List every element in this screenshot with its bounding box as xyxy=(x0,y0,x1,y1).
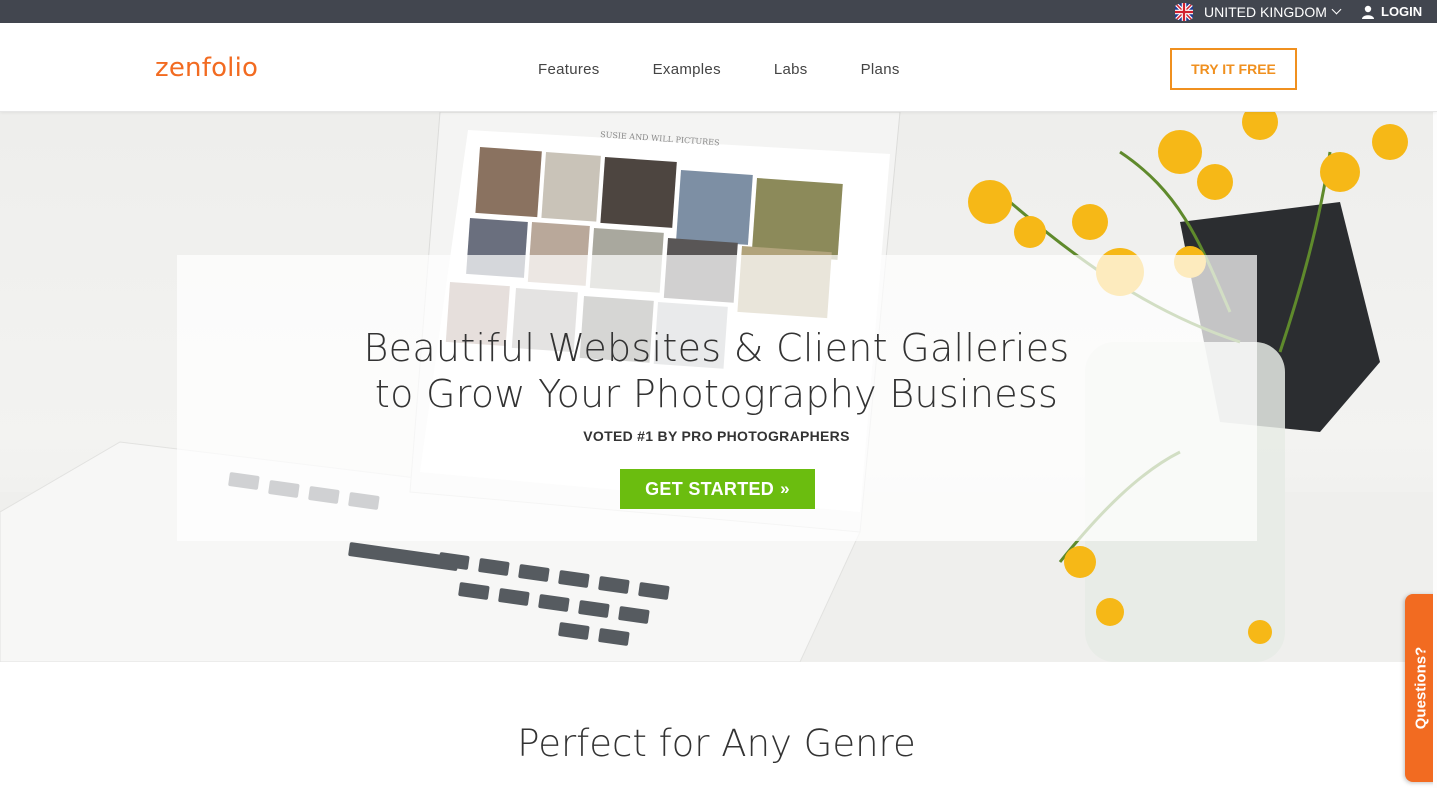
region-selector[interactable]: UNITED KINGDOM xyxy=(1172,0,1342,23)
hero-title-line-2: to Grow Your Photography Business xyxy=(374,372,1059,416)
zenfolio-logo[interactable]: zenfolio xyxy=(155,53,258,83)
get-started-label: GET STARTED xyxy=(645,478,775,499)
double-chevron-right-icon: » xyxy=(780,479,790,498)
main-nav: Features Examples Labs Plans xyxy=(538,61,900,78)
login-link[interactable]: LOGIN xyxy=(1361,0,1422,23)
hero-title-line-1: Beautiful Websites & Client Galleries xyxy=(363,326,1070,370)
hero-section: SUSIE AND WILL PICTURES Beautiful Websit… xyxy=(0,112,1437,662)
user-icon xyxy=(1362,5,1374,19)
nav-item-labs[interactable]: Labs xyxy=(774,61,808,78)
nav-item-plans[interactable]: Plans xyxy=(861,61,900,78)
questions-label: Questions? xyxy=(1412,646,1430,730)
nav-item-features[interactable]: Features xyxy=(538,61,600,78)
main-header: zenfolio Features Examples Labs Plans TR… xyxy=(0,23,1437,112)
hero-title: Beautiful Websites & Client Galleries to… xyxy=(0,325,1433,417)
uk-flag-icon xyxy=(1173,2,1195,21)
try-it-free-button[interactable]: TRY IT FREE xyxy=(1170,48,1297,90)
nav-item-examples[interactable]: Examples xyxy=(653,61,721,78)
section-title: Perfect for Any Genre xyxy=(517,722,916,765)
top-utility-bar: UNITED KINGDOM LOGIN xyxy=(0,0,1437,23)
chevron-down-icon xyxy=(1331,4,1342,14)
get-started-button[interactable]: GET STARTED » xyxy=(620,469,815,509)
page-edge xyxy=(1433,23,1437,788)
login-label: LOGIN xyxy=(1381,4,1423,19)
hero-subtitle: VOTED #1 BY PRO PHOTOGRAPHERS xyxy=(583,428,850,444)
region-label: UNITED KINGDOM xyxy=(1204,3,1327,20)
